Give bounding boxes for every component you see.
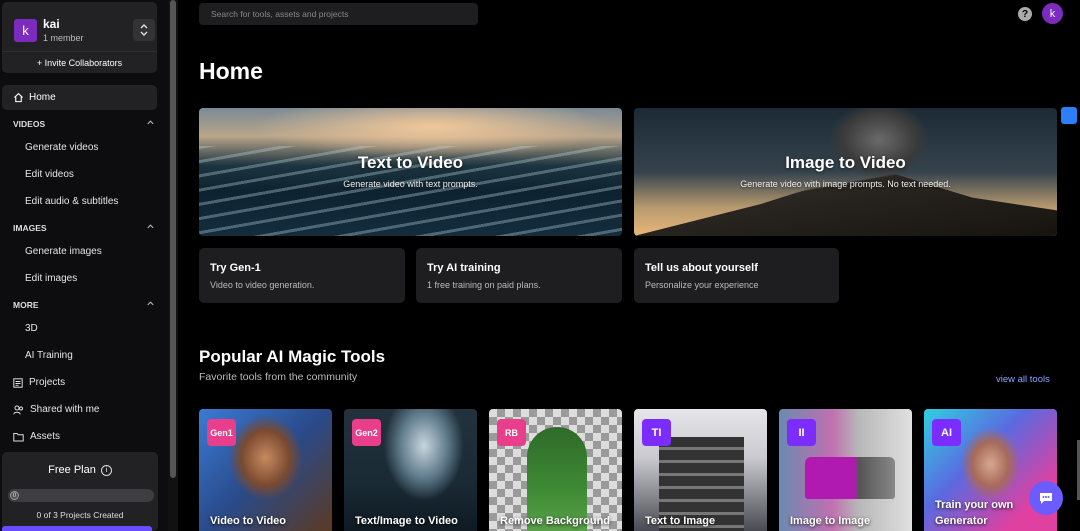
tool-badge: TI (642, 419, 671, 446)
sidebar: k kai 1 member + Invite Collaborators Ho… (0, 0, 168, 531)
search-input[interactable]: Search for tools, assets and projects (199, 3, 478, 25)
user-avatar[interactable]: k (1042, 3, 1063, 24)
tool-badge: II (787, 419, 816, 446)
sidebar-item-generate-images[interactable]: Generate images (25, 246, 102, 257)
sidebar-item-label: Home (29, 92, 56, 103)
tool-image (805, 457, 895, 499)
card-subtitle: 1 free training on paid plans. (427, 280, 541, 290)
tool-label: Video to Video (210, 515, 286, 527)
chevron-up-icon (147, 120, 154, 125)
chevron-up-icon (147, 301, 154, 306)
info-icon[interactable]: i (100, 464, 112, 476)
sidebar-item-generate-videos[interactable]: Generate videos (25, 142, 98, 153)
projects-icon (13, 377, 23, 388)
chat-icon (1040, 492, 1052, 504)
sidebar-item-home[interactable]: Home (2, 85, 157, 110)
sidebar-item-assets[interactable]: Assets (13, 431, 60, 442)
tool-label: Image to Image (790, 515, 871, 527)
section-subtitle: Favorite tools from the community (199, 371, 358, 383)
tool-badge: Gen1 (207, 419, 236, 446)
card-try-ai-training[interactable]: Try AI training 1 free training on paid … (416, 248, 622, 303)
hero-subtitle: Generate video with text prompts. (343, 179, 478, 189)
chevron-up-icon (147, 224, 154, 229)
home-icon (13, 92, 24, 103)
workspace-name: kai (43, 17, 60, 31)
plan-title: Free Plan i (2, 464, 158, 476)
card-try-gen1[interactable]: Try Gen-1 Video to video generation. (199, 248, 405, 303)
sidebar-item-edit-videos[interactable]: Edit videos (25, 169, 74, 180)
users-icon (13, 405, 23, 414)
invite-collaborators-button[interactable]: + Invite Collaborators (2, 51, 157, 73)
tool-card-image-to-image[interactable]: II Image to Image (779, 409, 912, 531)
workspace-members: 1 member (43, 33, 84, 43)
hero-subtitle: Generate video with image prompts. No te… (740, 179, 951, 189)
card-tell-us[interactable]: Tell us about yourself Personalize your … (634, 248, 839, 303)
view-all-tools-link[interactable]: view all tools (996, 374, 1050, 385)
folder-icon (13, 432, 24, 441)
help-icon[interactable]: ? (1018, 7, 1032, 21)
progress-value: 0 (10, 491, 19, 500)
card-subtitle: Video to video generation. (210, 280, 315, 290)
section-title: Popular AI Magic Tools (199, 347, 386, 366)
sidebar-item-edit-images[interactable]: Edit images (25, 273, 77, 284)
tool-label: Text to Image (645, 515, 716, 527)
tool-label: Remove Background (500, 515, 611, 527)
sidebar-item-3d[interactable]: 3D (25, 323, 38, 334)
sidebar-scrollbar-thumb[interactable] (170, 0, 176, 478)
tool-badge: RB (497, 419, 526, 446)
extension-icon[interactable] (1061, 107, 1077, 124)
projects-progress-bar: 0 (8, 489, 154, 502)
tool-card-text-to-image[interactable]: TI Text to Image (634, 409, 767, 531)
section-title: MORE (13, 300, 39, 310)
chevron-up-down-icon[interactable] (133, 19, 155, 41)
section-title: VIDEOS (13, 119, 46, 129)
hero-text-to-video[interactable]: Text to Video Generate video with text p… (199, 108, 622, 236)
sidebar-item-label: Assets (30, 431, 61, 442)
section-images[interactable]: IMAGES (13, 223, 155, 233)
sidebar-item-label: Projects (29, 377, 66, 388)
sidebar-item-shared[interactable]: Shared with me (13, 404, 99, 415)
hero-title: Text to Video (357, 153, 464, 172)
chat-button[interactable] (1029, 481, 1063, 515)
upgrade-button[interactable] (2, 526, 152, 531)
card-title: Try AI training (427, 262, 501, 274)
sidebar-item-projects[interactable]: Projects (13, 377, 65, 388)
tool-label: Train your own Generator (935, 499, 1014, 527)
tool-card-text-image-to-video[interactable]: Gen2 Text/Image to Video (344, 409, 477, 531)
section-title: IMAGES (13, 223, 47, 233)
tool-label: Text/Image to Video (355, 515, 458, 527)
hero-title: Image to Video (785, 153, 906, 172)
card-title: Tell us about yourself (645, 262, 758, 274)
section-videos[interactable]: VIDEOS (13, 119, 155, 129)
page-title: Home (199, 58, 263, 84)
tool-badge: AI (932, 419, 961, 446)
tool-card-video-to-video[interactable]: Gen1 Video to Video (199, 409, 332, 531)
projects-count: 0 of 3 Projects Created (36, 510, 124, 520)
card-subtitle: Personalize your experience (645, 280, 759, 290)
sidebar-item-edit-audio[interactable]: Edit audio & subtitles (25, 196, 118, 207)
tool-card-remove-background[interactable]: RB Remove Background (489, 409, 622, 531)
workspace-switcher[interactable]: k kai 1 member + Invite Collaborators (2, 2, 157, 73)
sidebar-item-ai-training[interactable]: AI Training (25, 350, 73, 361)
hero-image-to-video[interactable]: Image to Video Generate video with image… (634, 108, 1057, 236)
plan-name: Free Plan (48, 464, 96, 476)
tool-badge: Gen2 (352, 419, 381, 446)
workspace-avatar: k (14, 19, 37, 42)
card-title: Try Gen-1 (210, 262, 261, 274)
plan-panel: Free Plan i 0 0 of 3 Projects Created (2, 452, 158, 531)
section-more[interactable]: MORE (13, 300, 155, 310)
sidebar-item-label: Shared with me (30, 404, 100, 415)
